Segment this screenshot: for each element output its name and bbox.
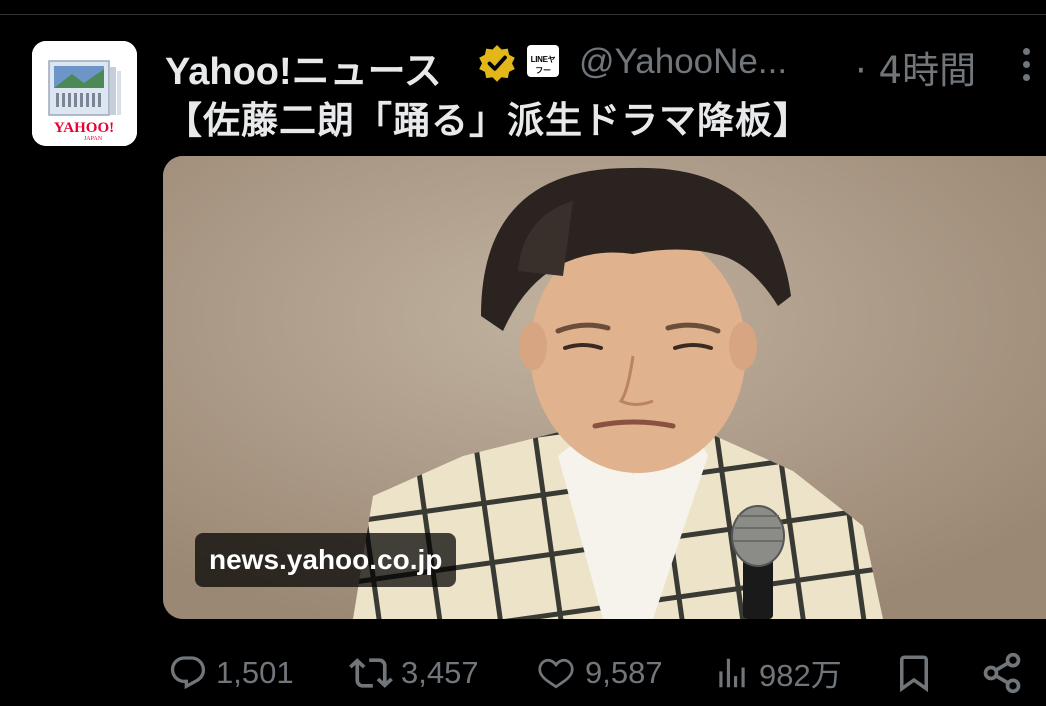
top-divider bbox=[0, 14, 1046, 15]
author-display-name[interactable]: Yahoo!ニュース bbox=[165, 40, 442, 95]
avatar-logo-subtext: JAPAN bbox=[84, 136, 103, 142]
affiliate-badge[interactable]: LINEヤフー bbox=[527, 45, 559, 77]
affiliate-badge-text: LINEヤフー bbox=[530, 55, 556, 75]
reply-count: 1,501 bbox=[216, 654, 294, 690]
link-domain-chip[interactable]: news.yahoo.co.jp bbox=[195, 533, 457, 587]
like-count: 9,587 bbox=[585, 654, 663, 690]
gold-verified-badge-icon bbox=[479, 45, 515, 82]
repost-icon bbox=[349, 657, 393, 688]
post-media-image[interactable]: news.yahoo.co.jp bbox=[163, 156, 1046, 619]
bookmark-button[interactable] bbox=[893, 645, 935, 700]
views-icon bbox=[719, 658, 745, 687]
share-button[interactable] bbox=[980, 645, 1024, 700]
like-button[interactable]: 9,587 bbox=[535, 645, 663, 700]
views-count: 982万 bbox=[759, 658, 842, 693]
avatar[interactable]: YAHOO! JAPAN bbox=[32, 41, 137, 146]
post-text: 【佐藤二朗「踊る」派生ドラマ降板】 bbox=[165, 99, 811, 142]
avatar-logo-text: YAHOO! bbox=[54, 120, 114, 136]
more-vertical-icon[interactable] bbox=[1013, 42, 1039, 86]
post-header: Yahoo!ニュース LINEヤフー @YahooNe... · 4時間 bbox=[165, 38, 1045, 93]
repost-button[interactable]: 3,457 bbox=[349, 645, 479, 700]
repost-count: 3,457 bbox=[401, 654, 479, 690]
reply-icon bbox=[170, 655, 206, 689]
bookmark-icon bbox=[900, 655, 928, 692]
post-timestamp[interactable]: · 4時間 bbox=[855, 40, 976, 94]
share-icon bbox=[983, 652, 1021, 693]
heart-icon bbox=[538, 658, 574, 688]
post-actions-bar: 1,501 3,457 9,587 982万 bbox=[0, 645, 1046, 700]
author-handle[interactable]: @YahooNe... bbox=[579, 42, 787, 82]
views-button[interactable]: 982万 bbox=[713, 645, 842, 700]
reply-button[interactable]: 1,501 bbox=[168, 645, 294, 700]
